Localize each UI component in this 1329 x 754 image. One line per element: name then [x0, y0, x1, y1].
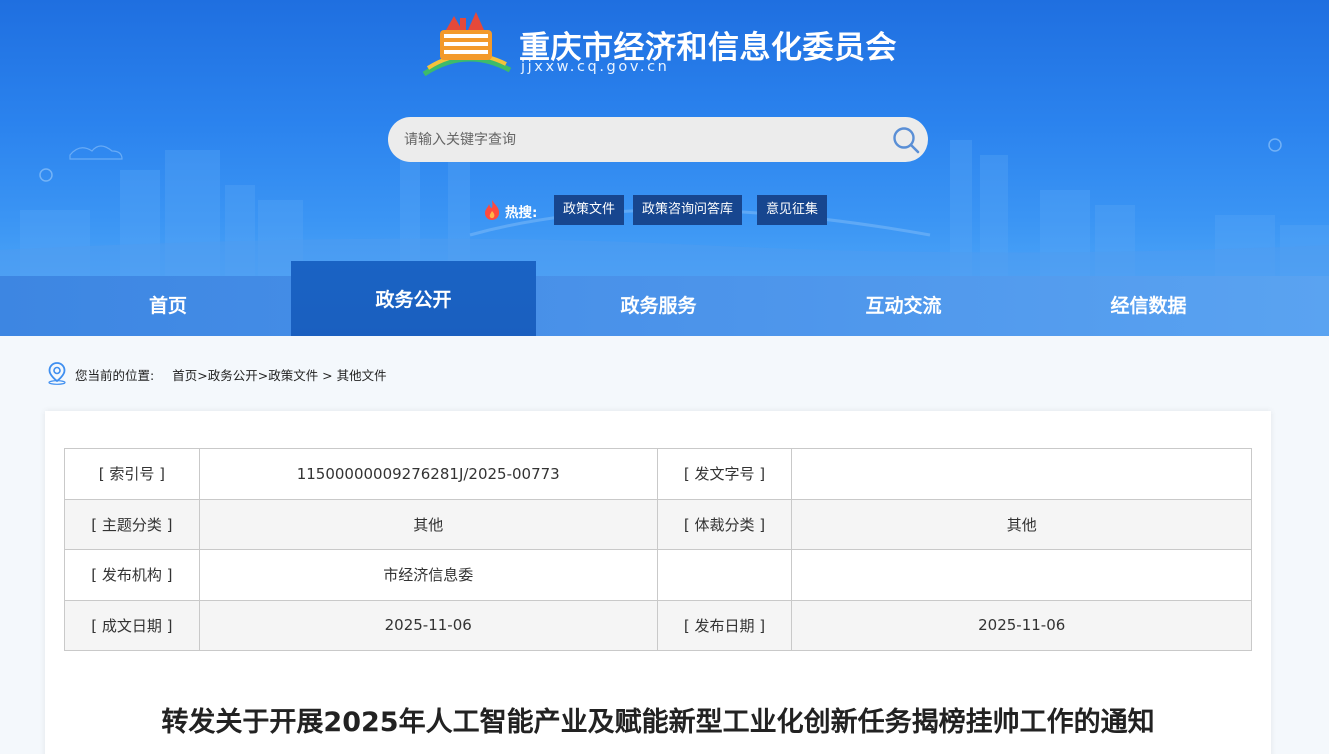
- meta-label: [ 发文字号 ]: [656, 448, 793, 500]
- meta-value: 2025-11-06: [791, 599, 1252, 651]
- breadcrumb-separator: >: [197, 368, 208, 383]
- meta-value: 2025-11-06: [198, 599, 658, 651]
- search-icon[interactable]: [890, 124, 922, 156]
- meta-label: [ 成文日期 ]: [64, 599, 200, 651]
- flame-icon: [485, 200, 500, 220]
- breadcrumb-gov-affairs[interactable]: 政务公开: [208, 368, 258, 383]
- breadcrumb-home[interactable]: 首页: [172, 368, 197, 383]
- meta-value: [791, 549, 1252, 601]
- meta-value: 其他: [791, 498, 1252, 550]
- meta-value: 其他: [198, 498, 658, 550]
- breadcrumb-separator: >: [257, 368, 269, 383]
- main-nav: 首页 政务公开 政务服务 互动交流 经信数据: [0, 261, 1329, 336]
- site-logo[interactable]: 重庆市经济和信息化委员会 jjxxw.cq.gov.cn: [420, 8, 910, 80]
- breadcrumb-other-docs[interactable]: 其他文件: [337, 368, 387, 383]
- meta-value: 11500000009276281J/2025-00773: [198, 448, 658, 500]
- hot-tag-policy-docs[interactable]: 政策文件: [554, 195, 625, 225]
- emblem-icon: [422, 12, 512, 77]
- nav-item-gov-services[interactable]: 政务服务: [536, 276, 781, 336]
- meta-label: [656, 549, 793, 601]
- table-row: [ 发布机构 ] 市经济信息委: [64, 549, 1252, 601]
- breadcrumb-policy-docs[interactable]: 政策文件: [268, 368, 318, 383]
- table-row: [ 索引号 ] 11500000009276281J/2025-00773 [ …: [64, 448, 1252, 500]
- meta-label: [ 索引号 ]: [64, 448, 200, 500]
- nav-item-home[interactable]: 首页: [45, 276, 291, 336]
- header-banner: 重庆市经济和信息化委员会 jjxxw.cq.gov.cn 热搜: 政策文件 政策…: [0, 0, 1329, 276]
- table-row: [ 成文日期 ] 2025-11-06 [ 发布日期 ] 2025-11-06: [64, 599, 1252, 651]
- meta-label: [ 体裁分类 ]: [656, 498, 793, 550]
- breadcrumb-prefix: 您当前的位置:: [75, 368, 155, 383]
- document-meta-table: [ 索引号 ] 11500000009276281J/2025-00773 [ …: [64, 448, 1252, 651]
- hot-tag-solicitation[interactable]: 意见征集: [757, 195, 828, 225]
- nav-item-econ-data[interactable]: 经信数据: [1026, 276, 1271, 336]
- site-domain: jjxxw.cq.gov.cn: [521, 59, 670, 75]
- search-bar: [388, 117, 928, 162]
- breadcrumb-separator: >: [318, 368, 337, 383]
- location-pin-icon: [48, 362, 66, 385]
- meta-label: [ 发布机构 ]: [64, 549, 200, 601]
- meta-label: [ 主题分类 ]: [64, 498, 200, 550]
- nav-item-interaction[interactable]: 互动交流: [781, 276, 1026, 336]
- meta-value: [791, 448, 1252, 500]
- nav-item-gov-affairs-open[interactable]: 政务公开: [291, 261, 536, 336]
- hot-search-label: 热搜:: [505, 205, 538, 221]
- meta-label: [ 发布日期 ]: [656, 599, 793, 651]
- document-title: 转发关于开展2025年人工智能产业及赋能新型工业化创新任务揭榜挂帅工作的通知: [161, 707, 1155, 738]
- meta-value: 市经济信息委: [198, 549, 658, 601]
- table-row: [ 主题分类 ] 其他 [ 体裁分类 ] 其他: [64, 498, 1252, 550]
- hot-tag-policy-qa[interactable]: 政策咨询问答库: [633, 195, 743, 225]
- search-input[interactable]: [404, 117, 874, 162]
